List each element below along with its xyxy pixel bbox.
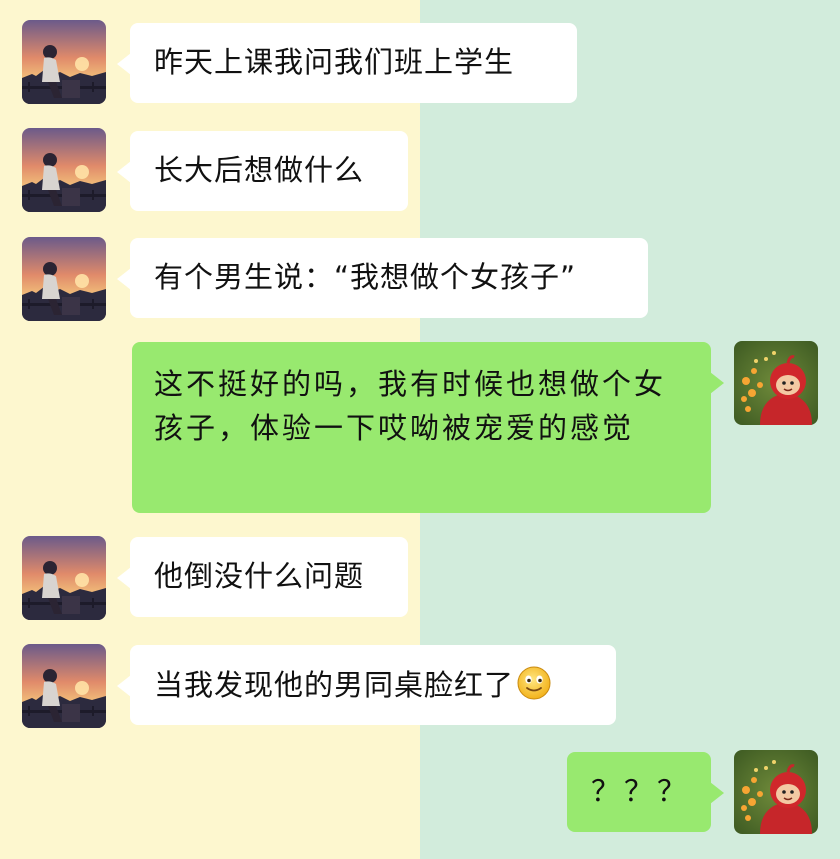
avatar[interactable] — [734, 750, 818, 834]
message-text: 昨天上课我问我们班上学生 — [154, 45, 515, 79]
sunset-boy-avatar-image — [22, 644, 106, 728]
message-text: ？？？ — [591, 774, 691, 808]
sunset-boy-avatar-image — [22, 536, 106, 620]
teletubby-avatar-image — [734, 750, 818, 834]
message-bubble-incoming[interactable]: 长大后想做什么 — [117, 131, 408, 211]
avatar[interactable] — [22, 237, 106, 321]
message-bubble-incoming[interactable]: 有个男生说：“我想做个女孩子” — [117, 238, 648, 318]
sunset-boy-avatar-image — [22, 20, 106, 104]
message-text: 长大后想做什么 — [154, 153, 365, 187]
sunset-boy-avatar-image — [22, 237, 106, 321]
message-bubble-incoming[interactable]: 他倒没什么问题 — [117, 537, 408, 617]
message-bubble-outgoing[interactable]: ？？？ — [567, 752, 724, 832]
message-bubble-incoming[interactable]: 昨天上课我问我们班上学生 — [117, 23, 577, 103]
message-text: 当我发现他的男同桌脸红了 — [154, 668, 515, 702]
avatar[interactable] — [22, 536, 106, 620]
sunset-boy-avatar-image — [22, 128, 106, 212]
message-text: 他倒没什么问题 — [154, 559, 365, 593]
avatar[interactable] — [734, 341, 818, 425]
message-text: 这不挺好的吗，我有时候也想做个女孩子，体验一下哎呦被宠爱的感觉 — [154, 367, 667, 445]
avatar[interactable] — [22, 128, 106, 212]
avatar[interactable] — [22, 644, 106, 728]
message-bubble-outgoing[interactable]: 这不挺好的吗，我有时候也想做个女孩子，体验一下哎呦被宠爱的感觉 — [132, 342, 724, 513]
avatar[interactable] — [22, 20, 106, 104]
message-bubble-incoming[interactable]: 当我发现他的男同桌脸红了 — [117, 645, 616, 725]
smiley-emoji-icon — [517, 666, 551, 700]
message-text: 有个男生说：“我想做个女孩子” — [154, 260, 577, 294]
teletubby-avatar-image — [734, 341, 818, 425]
